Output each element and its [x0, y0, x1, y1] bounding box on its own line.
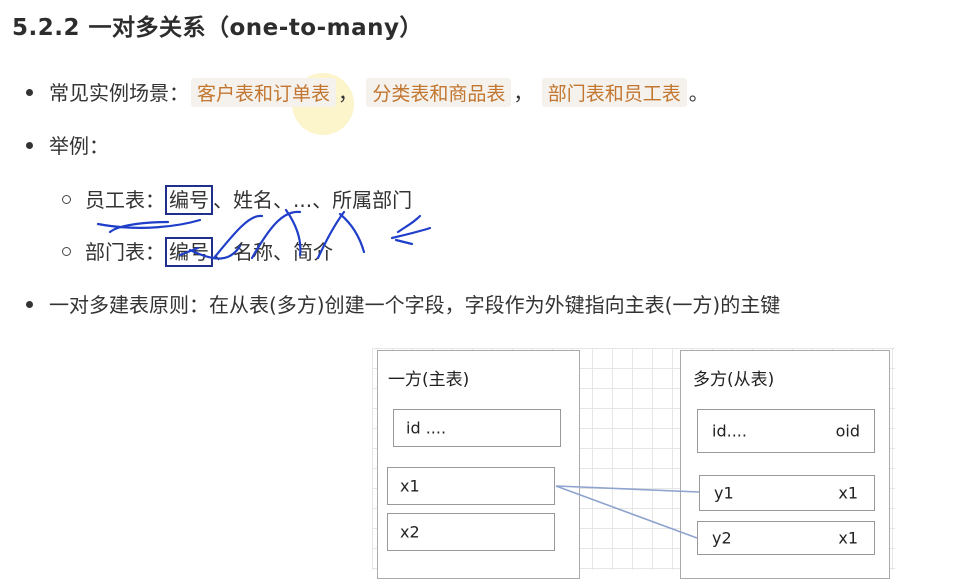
relationship-lines: [555, 485, 700, 539]
fk-line-y1: [555, 485, 700, 493]
fk-line-y2: [555, 485, 698, 539]
